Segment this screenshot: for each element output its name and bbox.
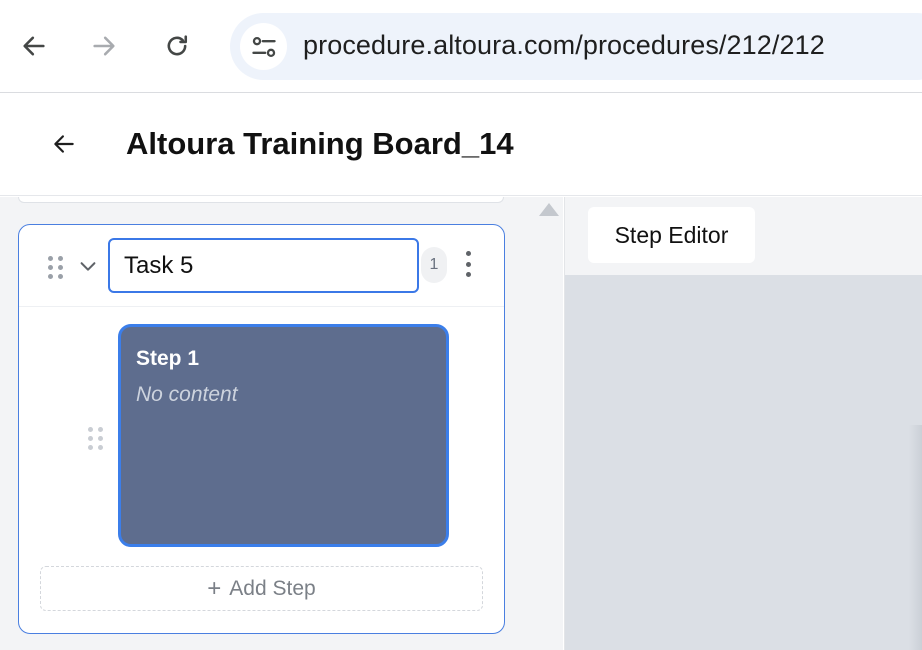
- back-button[interactable]: [42, 122, 86, 166]
- task-name-input[interactable]: [108, 238, 419, 293]
- browser-forward-button[interactable]: [82, 24, 126, 68]
- tune-icon: [251, 36, 276, 57]
- collapse-task-button[interactable]: [75, 253, 101, 279]
- browser-toolbar: procedure.altoura.com/procedures/212/212: [0, 0, 922, 93]
- task-list-panel: 1 Step 1 No content + Add Step: [0, 197, 563, 650]
- arrow-left-icon: [54, 135, 74, 153]
- browser-reload-button[interactable]: [155, 24, 199, 68]
- arrow-left-icon: [23, 36, 45, 56]
- chevron-down-icon: [80, 262, 96, 271]
- tab-step-editor[interactable]: Step Editor: [588, 207, 755, 263]
- canvas-edge-shadow: [909, 425, 922, 650]
- arrow-right-icon: [93, 36, 115, 56]
- more-vert-icon: [465, 251, 471, 256]
- step-title: Step 1: [136, 347, 200, 370]
- drag-handle-icon[interactable]: [48, 256, 63, 279]
- editor-tab-bar: Step Editor: [565, 197, 922, 275]
- site-info-button[interactable]: [240, 23, 287, 70]
- editor-canvas[interactable]: [565, 275, 922, 650]
- step-content-placeholder: No content: [136, 383, 238, 406]
- scroll-up-arrow-icon[interactable]: [539, 203, 559, 216]
- url-text[interactable]: procedure.altoura.com/procedures/212/212: [303, 30, 825, 61]
- app-header: Altoura Training Board_14: [0, 94, 922, 196]
- step-count-badge: 1: [421, 247, 447, 283]
- plus-icon: +: [207, 574, 222, 602]
- step-drag-handle-icon[interactable]: [88, 427, 103, 450]
- add-step-label: Add Step: [229, 576, 316, 600]
- task-header: 1: [19, 225, 504, 307]
- browser-back-button[interactable]: [12, 24, 56, 68]
- reload-icon: [167, 35, 188, 56]
- task-card: 1 Step 1 No content + Add Step: [18, 224, 505, 634]
- address-bar[interactable]: procedure.altoura.com/procedures/212/212: [230, 13, 922, 80]
- add-step-button[interactable]: + Add Step: [40, 566, 483, 611]
- step-card[interactable]: Step 1 No content: [118, 324, 449, 547]
- step-editor-panel: Step Editor: [564, 197, 922, 650]
- page-title: Altoura Training Board_14: [126, 126, 514, 161]
- task-menu-button[interactable]: [457, 249, 479, 279]
- previous-task-card: [18, 197, 504, 203]
